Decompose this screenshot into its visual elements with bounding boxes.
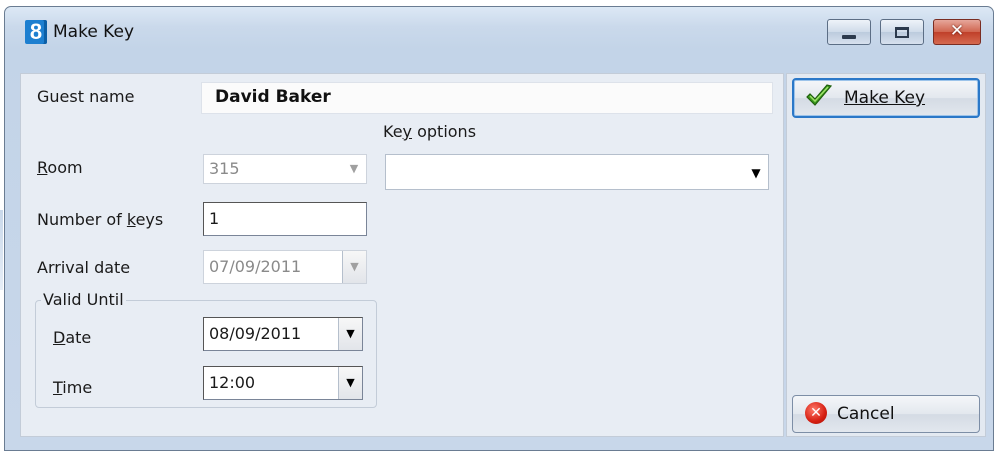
room-value: 315: [209, 159, 240, 178]
valid-time-select[interactable]: 12:00 ▼: [203, 366, 363, 400]
guest-name-value: David Baker: [215, 87, 331, 107]
minimize-icon: [842, 35, 856, 39]
valid-until-title: Valid Until: [41, 290, 126, 309]
maximize-icon: [895, 27, 909, 38]
key-options-label: Key options: [383, 122, 477, 141]
window-edge-decoration: [0, 210, 3, 290]
arrival-date-picker[interactable]: 07/09/2011 ▼: [203, 250, 367, 284]
guest-name-field: David Baker: [201, 82, 773, 114]
make-key-button[interactable]: Make Key: [792, 78, 980, 118]
title-bar[interactable]: 8 Make Key ✕: [5, 7, 993, 49]
valid-date-label: Date: [53, 328, 92, 347]
chevron-down-icon[interactable]: ▼: [744, 155, 768, 189]
close-icon: ✕: [949, 21, 965, 41]
chevron-down-icon[interactable]: ▼: [338, 367, 362, 399]
cancel-button[interactable]: ✕ Cancel: [792, 395, 980, 433]
arrival-date-label: Arrival date: [37, 258, 131, 277]
checkmark-icon: [806, 84, 833, 106]
chevron-down-icon[interactable]: ▼: [342, 251, 366, 283]
number-of-keys-label: Number of keys: [37, 210, 164, 229]
action-panel: Make Key ✕ Cancel: [786, 73, 986, 437]
chevron-down-icon[interactable]: ▼: [338, 318, 362, 350]
valid-time-value: 12:00: [209, 373, 256, 392]
form-panel: Guest name David Baker Key options ▼ Roo…: [20, 73, 784, 437]
close-button[interactable]: ✕: [933, 19, 981, 45]
window-title: Make Key: [53, 22, 135, 42]
guest-name-label: Guest name: [37, 87, 135, 106]
valid-date-picker[interactable]: 08/09/2011 ▼: [203, 317, 363, 351]
valid-date-value: 08/09/2011: [209, 324, 302, 343]
minimize-button[interactable]: [827, 19, 871, 45]
cancel-label: Cancel: [837, 404, 895, 424]
room-label: Room: [37, 158, 83, 177]
number-of-keys-input[interactable]: 1: [203, 202, 367, 236]
key-options-select[interactable]: ▼: [385, 154, 769, 190]
arrival-date-value: 07/09/2011: [209, 257, 302, 276]
valid-time-label: Time: [53, 378, 93, 397]
chevron-down-icon[interactable]: ▼: [342, 155, 366, 183]
app-8-icon: 8: [25, 20, 47, 44]
room-select[interactable]: 315 ▼: [203, 154, 367, 184]
maximize-button[interactable]: [880, 19, 924, 45]
make-key-label: Make Key: [844, 88, 926, 108]
number-of-keys-value: 1: [209, 209, 220, 228]
cancel-icon: ✕: [805, 402, 827, 424]
